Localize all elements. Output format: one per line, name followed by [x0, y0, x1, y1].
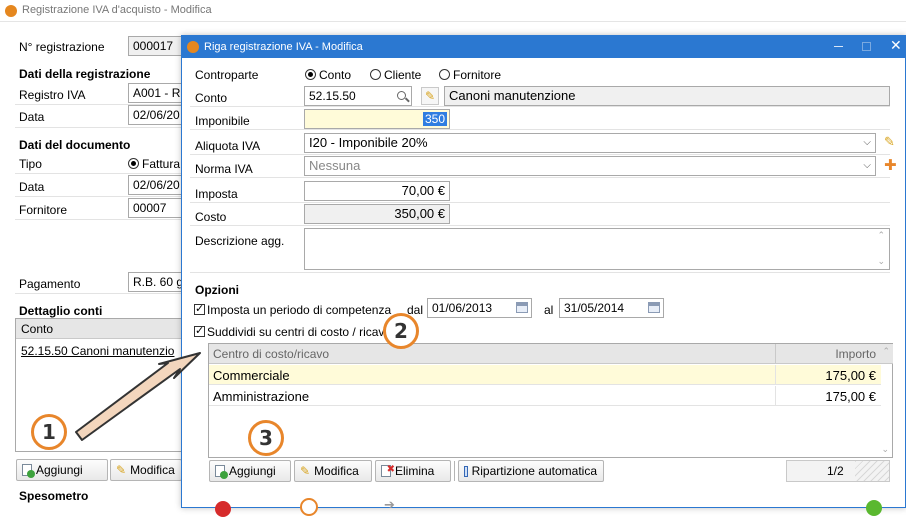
callout-arrow — [75, 352, 201, 441]
callout-1: 1 — [31, 414, 67, 450]
callout-3: 3 — [248, 420, 284, 456]
callout-2: 2 — [383, 313, 419, 349]
